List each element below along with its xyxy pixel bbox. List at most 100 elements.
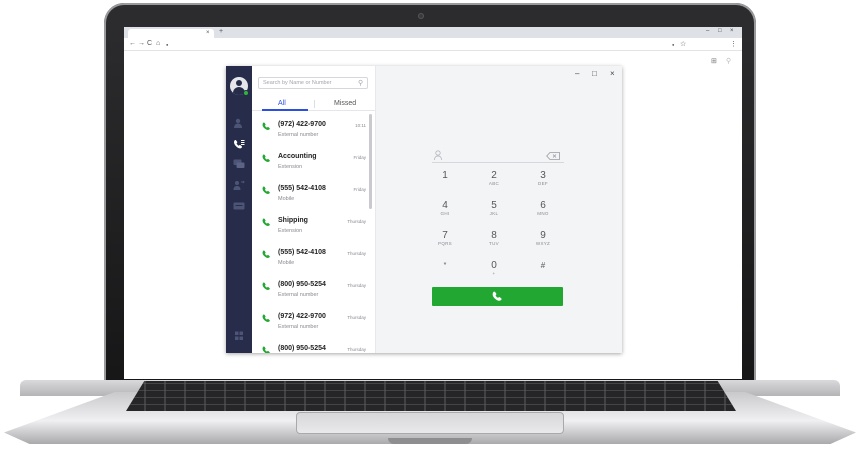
browser-tab[interactable]: × (128, 29, 214, 38)
phone-icon (262, 122, 270, 130)
phone-icon (262, 346, 270, 353)
dial-key-5[interactable]: 5 JKL (474, 200, 514, 224)
voicemail-icon[interactable] (233, 201, 245, 211)
keyboard-rows (126, 381, 736, 411)
apps-icon[interactable]: ⊞ (711, 57, 717, 65)
call-row[interactable]: (972) 422-9700 External number Thursday (252, 310, 368, 342)
key-letters: WXYZ (535, 241, 551, 246)
search-icon[interactable]: ⚲ (358, 79, 363, 87)
minimize-button[interactable]: – (575, 69, 579, 78)
phone-icon (262, 250, 270, 258)
call-row[interactable]: (555) 542-4108 Mobile Thursday (252, 246, 368, 278)
call-time: 10:11 (355, 123, 366, 128)
scrollbar[interactable] (369, 114, 372, 209)
webcam (418, 13, 424, 19)
tab-close-icon[interactable]: × (206, 30, 210, 36)
browser-tab-bar: × + – □ × (124, 27, 742, 38)
call-type: Mobile (278, 196, 295, 202)
back-icon[interactable]: ← (129, 40, 136, 47)
presence-status-dot (243, 90, 249, 96)
phone-icon (492, 291, 502, 301)
dial-key-9[interactable]: 9 WXYZ (523, 230, 563, 254)
tab-missed[interactable]: Missed (334, 100, 356, 107)
browser-maximize-icon[interactable]: □ (718, 28, 722, 34)
profile-icon[interactable]: ⚲ (726, 57, 731, 65)
dial-key-3[interactable]: 3 DEF (523, 170, 563, 194)
browser-minimize-icon[interactable]: – (706, 28, 709, 34)
dial-key-4[interactable]: 4 GHI (425, 200, 465, 224)
key-letters: MNO (537, 211, 549, 216)
call-type: Mobile (278, 260, 295, 266)
call-type: Extension (278, 228, 303, 234)
dial-key-hash[interactable]: # (523, 260, 563, 284)
dial-key-2[interactable]: 2 ABC (474, 170, 514, 194)
key-letters: DEF (538, 181, 548, 186)
phone-icon (262, 154, 270, 162)
browser-menu-icon[interactable]: ⋮ (730, 40, 737, 48)
call-history-panel: Search by Name or Number ⚲ All Missed (9… (252, 66, 376, 353)
home-icon[interactable]: ⌂ (156, 40, 160, 47)
key-letters: ABC (488, 181, 500, 186)
call-time: Thursday (347, 219, 366, 224)
tab-all[interactable]: All (278, 100, 286, 107)
key-digit: 1 (442, 170, 448, 181)
new-tab-icon[interactable]: + (219, 28, 223, 35)
key-letters: JKL (489, 211, 499, 216)
backspace-icon[interactable] (546, 152, 560, 160)
chat-icon[interactable] (233, 159, 245, 169)
contacts-icon[interactable] (233, 118, 245, 128)
close-button[interactable]: × (610, 69, 615, 78)
lock-icon: ● (166, 42, 169, 47)
key-letters: PQRS (438, 241, 452, 246)
call-number: (555) 542-4108 (278, 249, 326, 256)
forward-icon[interactable]: → (138, 40, 145, 47)
dial-key-8[interactable]: 8 TUV (474, 230, 514, 254)
call-button[interactable] (432, 287, 563, 306)
star-icon[interactable]: ☆ (680, 40, 686, 48)
key-digit: * (443, 262, 447, 269)
key-digit: 7 (442, 230, 448, 241)
dial-key-7[interactable]: 7 PQRS (425, 230, 465, 254)
call-row[interactable]: (800) 950-5254 Thursday (252, 342, 368, 353)
reload-icon[interactable]: C (147, 40, 152, 47)
key-digit: 9 (540, 230, 546, 241)
dial-key-star[interactable]: * (425, 260, 465, 284)
phone-icon (262, 314, 270, 322)
call-row[interactable]: (800) 950-5254 External number Thursday (252, 278, 368, 310)
active-tab-indicator (262, 109, 308, 111)
browser-close-icon[interactable]: × (730, 28, 734, 34)
location-icon[interactable]: ● (672, 42, 674, 47)
call-number: (972) 422-9700 (278, 121, 326, 128)
key-digit: 3 (540, 170, 546, 181)
call-row[interactable]: Accounting Extension Friday (252, 150, 368, 182)
apps-grid-icon[interactable] (233, 331, 245, 341)
nav-rail (226, 66, 252, 353)
call-number: (800) 950-5254 (278, 345, 326, 352)
call-time: Friday (353, 155, 366, 160)
search-input[interactable]: Search by Name or Number ⚲ (258, 77, 368, 89)
dialer-panel: – □ × 1 2 ABC 3 DEF 4 GHI 5 JKL 6 MNO 7 PQRS 8… (376, 66, 622, 353)
phone-icon (262, 218, 270, 226)
dial-key-1[interactable]: 1 (425, 170, 465, 194)
laptop-mockup: × + – □ × ← → C ⌂ ● ● ☆ ⋮ ⊞ ⚲ Search by … (0, 0, 860, 456)
browser-screen: × + – □ × ← → C ⌂ ● ● ☆ ⋮ ⊞ ⚲ Search by … (124, 27, 742, 379)
maximize-button[interactable]: □ (592, 69, 597, 78)
call-row[interactable]: Shipping Extension Thursday (252, 214, 368, 246)
number-input[interactable] (432, 149, 564, 163)
call-number: (972) 422-9700 (278, 313, 326, 320)
softphone-app-window: Search by Name or Number ⚲ All Missed (9… (226, 66, 622, 353)
key-digit: 2 (491, 170, 497, 181)
key-digit: 5 (491, 200, 497, 211)
key-letters: GHI (440, 211, 450, 216)
call-time: Thursday (347, 283, 366, 288)
transfer-icon[interactable] (233, 180, 245, 190)
call-row[interactable]: (972) 422-9700 External number 10:11 (252, 118, 368, 150)
call-time: Thursday (347, 347, 366, 352)
call-row[interactable]: (555) 542-4108 Mobile Friday (252, 182, 368, 214)
key-digit: 6 (540, 200, 546, 211)
key-digit: 8 (491, 230, 497, 241)
trackpad (296, 412, 564, 434)
dial-key-6[interactable]: 6 MNO (523, 200, 563, 224)
dial-key-0[interactable]: 0 + (474, 260, 514, 284)
call-history-icon[interactable] (233, 139, 245, 149)
